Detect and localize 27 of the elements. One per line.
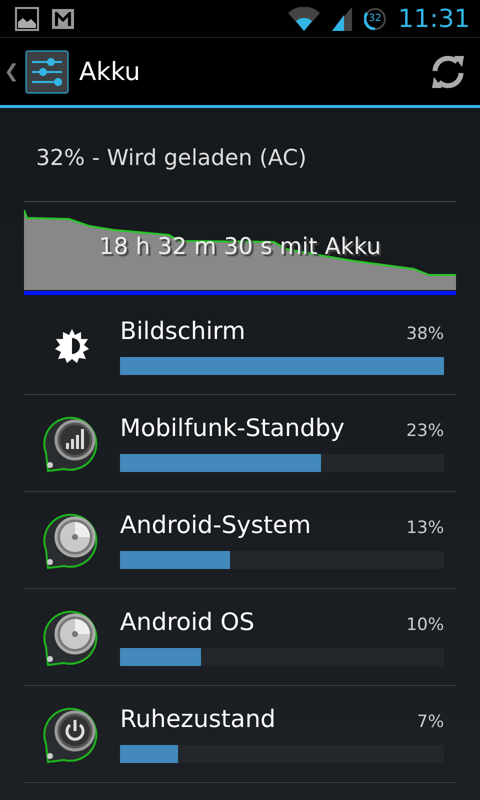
screen-title: Akku bbox=[79, 57, 140, 86]
brightness-icon bbox=[55, 329, 89, 363]
app-name: Ruhezustand bbox=[120, 705, 276, 733]
usage-row[interactable]: Mobilfunk-Standby 23% bbox=[24, 395, 456, 492]
usage-row[interactable]: Bildschirm 38% bbox=[24, 298, 456, 395]
usage-percent: 7% bbox=[417, 712, 444, 732]
mail-icon bbox=[51, 8, 75, 30]
usage-percent: 10% bbox=[406, 615, 444, 635]
usage-percent: 38% bbox=[406, 324, 444, 344]
clock: 11:31 bbox=[398, 4, 470, 33]
signal-icon bbox=[332, 6, 352, 30]
refresh-icon[interactable] bbox=[430, 54, 466, 90]
usage-row[interactable]: Ruhezustand 7% bbox=[24, 686, 456, 783]
usage-row[interactable]: Android-System 13% bbox=[24, 492, 456, 589]
battery-level-text: 32 bbox=[368, 12, 382, 26]
usage-percent: 23% bbox=[406, 421, 444, 441]
usage-percent: 13% bbox=[406, 518, 444, 538]
settings-sliders-icon[interactable] bbox=[25, 50, 70, 94]
picture-notification-icon bbox=[15, 6, 39, 30]
back-caret[interactable]: ❮ bbox=[4, 61, 20, 82]
app-name: Android-System bbox=[120, 511, 311, 539]
app-name: Android OS bbox=[120, 608, 255, 636]
charging-status: 32% - Wird geladen (AC) bbox=[36, 146, 307, 171]
app-name: Mobilfunk-Standby bbox=[120, 414, 345, 442]
wifi-icon bbox=[288, 6, 320, 30]
usage-row[interactable]: Android OS 10% bbox=[24, 589, 456, 686]
app-name: Bildschirm bbox=[120, 317, 246, 345]
